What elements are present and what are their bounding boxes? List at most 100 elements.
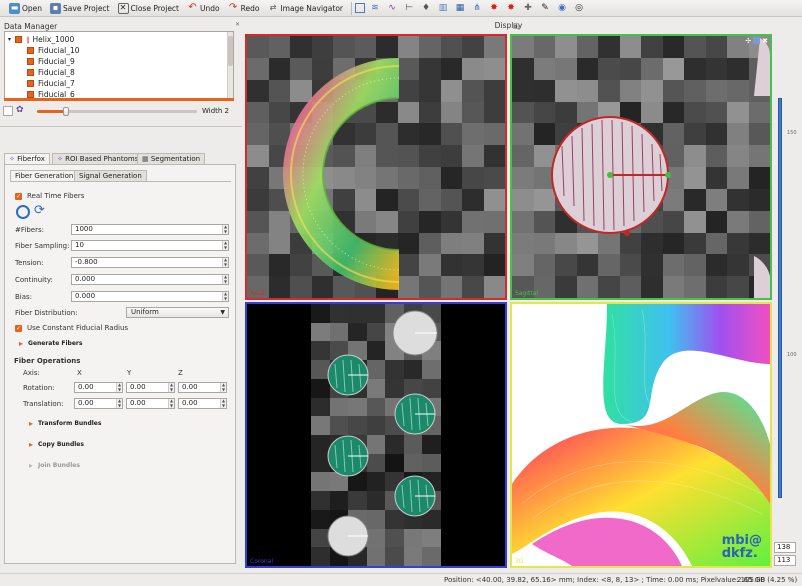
- bug-red2-icon[interactable]: ✸: [504, 1, 518, 15]
- spin-arrows-icon[interactable]: ▲ ▼: [116, 382, 122, 392]
- fiber-distribution-label: Fiber Distribution:: [15, 309, 78, 317]
- curve-icon[interactable]: ∿: [385, 1, 399, 15]
- help-icon[interactable]: ◎: [572, 1, 586, 15]
- tab-segmentation[interactable]: ▦ Segmentation: [137, 153, 206, 164]
- status-bar: Position: <40.00, 39.82, 65.16> mm; Inde…: [0, 573, 802, 586]
- rotation-z-input[interactable]: 0.00 ▲ ▼: [178, 382, 227, 393]
- mbi-logo: mbi@ dkfz.: [721, 533, 762, 561]
- main-toolbar: ▬ Open ▪ Save Project ✕ Close Project ↶ Undo…: [0, 0, 802, 17]
- visibility-checkbox[interactable]: [27, 91, 34, 98]
- translation-label: Translation:: [23, 400, 64, 408]
- open-button[interactable]: ▬ Open: [6, 1, 45, 16]
- width-slider-handle[interactable]: [62, 107, 69, 116]
- undo-button[interactable]: ↶ Undo: [184, 1, 223, 16]
- rotation-x-input[interactable]: 0.00 ▲ ▼: [74, 382, 123, 393]
- tab-signal-generation[interactable]: Signal Generation: [74, 170, 147, 181]
- join-bundles-button[interactable]: ▸ Join Bundles: [29, 461, 80, 470]
- close-icon[interactable]: ✖: [762, 37, 768, 45]
- spin-arrows-icon[interactable]: ▲ ▼: [222, 240, 228, 250]
- width-slider[interactable]: [37, 107, 197, 116]
- spin-arrows-icon[interactable]: ▲ ▼: [222, 257, 228, 267]
- axial-view-label: Axial: [250, 290, 265, 297]
- generate-fibers-button[interactable]: ▸ Generate Fibers: [19, 339, 82, 348]
- axial-fiber-arc: [283, 58, 400, 290]
- spin-arrows-icon[interactable]: ▲ ▼: [222, 274, 228, 284]
- tree-item-fiducial-10[interactable]: Fiducial_10: [27, 45, 80, 56]
- slice-total-input[interactable]: 113: [774, 555, 796, 566]
- color-wheel-icon[interactable]: ✿: [16, 105, 24, 115]
- coronal-view[interactable]: Coronal: [245, 302, 507, 568]
- select-box-icon[interactable]: [355, 3, 366, 13]
- translation-z-input[interactable]: 0.00 ▲ ▼: [178, 398, 227, 409]
- microphone-icon[interactable]: ♦: [419, 1, 433, 15]
- tree-item-helix[interactable]: ▾ ∥ Helix_1000: [8, 34, 74, 45]
- transform-bundles-button[interactable]: ▸ Transform Bundles: [29, 419, 101, 428]
- fiber-sampling-input[interactable]: 10 ▲ ▼: [71, 240, 229, 251]
- spin-arrows-icon[interactable]: ▲ ▼: [222, 291, 228, 301]
- tab-roi-phantoms[interactable]: ✧ ROI Based Phantoms: [52, 153, 144, 164]
- copy-bundles-button[interactable]: ▸ Copy Bundles: [29, 440, 84, 449]
- slice-slider-track[interactable]: [778, 98, 782, 498]
- constant-radius-checkbox[interactable]: ✓ Use Constant Fiducial Radius: [15, 324, 128, 332]
- tree-item-fiducial-7[interactable]: Fiducial_7: [27, 78, 75, 89]
- rotation-y-input[interactable]: 0.00 ▲ ▼: [126, 382, 175, 393]
- visibility-checkbox[interactable]: [15, 36, 23, 43]
- fiber-distribution-select[interactable]: Uniform ▼: [126, 307, 229, 318]
- redo-button[interactable]: ↷ Redo: [225, 1, 263, 16]
- close-project-icon: ✕: [117, 2, 129, 14]
- maximize-icon[interactable]: [753, 37, 761, 44]
- tree-item-fiducial-8[interactable]: Fiducial_8: [27, 67, 75, 78]
- tab-fiber-generation[interactable]: Fiber Generation: [10, 170, 79, 181]
- rotation-label: Rotation:: [23, 384, 55, 392]
- tension-input[interactable]: -0.800 ▲ ▼: [71, 257, 229, 268]
- reinit-icon[interactable]: [3, 106, 13, 116]
- spin-arrows-icon[interactable]: ▲ ▼: [222, 224, 228, 234]
- display-float-icon[interactable]: ◱: [513, 22, 520, 30]
- tree-item-fiducial-9[interactable]: Fiducial_9: [27, 56, 75, 67]
- data-manager-tree[interactable]: ▾ ∥ Helix_1000 Fiducial_10 Fiducial_9 Fi…: [4, 31, 234, 101]
- translation-y-input[interactable]: 0.00 ▲ ▼: [126, 398, 175, 409]
- spin-arrows-icon[interactable]: ▲ ▼: [168, 398, 174, 408]
- dock-splitter[interactable]: [0, 126, 242, 128]
- expand-arrow-icon[interactable]: ▾: [8, 36, 11, 43]
- puzzle-icon[interactable]: ✚: [521, 1, 535, 15]
- chart-icon[interactable]: ▥: [436, 1, 450, 15]
- sagittal-view[interactable]: ✢ ✖ Sagittal: [510, 34, 772, 300]
- image-navigator-button[interactable]: ⇄ Image Navigator: [264, 1, 346, 16]
- slice-value-input[interactable]: 138: [774, 542, 796, 553]
- measure-icon[interactable]: ⊢: [402, 1, 416, 15]
- circle-fiducial-icon[interactable]: [16, 205, 30, 219]
- spin-arrows-icon[interactable]: ▲ ▼: [116, 398, 122, 408]
- visibility-checkbox[interactable]: [27, 47, 34, 54]
- translation-x-input[interactable]: 0.00 ▲ ▼: [74, 398, 123, 409]
- navigator-icon: ⇄: [269, 3, 277, 12]
- stream-icon[interactable]: ≋: [368, 1, 382, 15]
- 3d-view[interactable]: mbi@ dkfz. 3D: [510, 302, 772, 568]
- tree-scrollbar[interactable]: [227, 32, 233, 100]
- visibility-checkbox[interactable]: [27, 58, 34, 65]
- tab-fiberfox[interactable]: ✧ Fiberfox: [4, 153, 50, 164]
- eye-icon[interactable]: ◉: [555, 1, 569, 15]
- view-controls[interactable]: ✢ ✖: [745, 37, 768, 45]
- save-project-button[interactable]: ▪ Save Project: [47, 1, 112, 16]
- real-time-fibers-checkbox[interactable]: ✓ Real Time Fibers: [15, 192, 84, 200]
- bug-red-icon[interactable]: ✸: [487, 1, 501, 15]
- close-project-button[interactable]: ✕ Close Project: [115, 1, 182, 16]
- undo-icon: ↶: [188, 2, 197, 13]
- fibers-input[interactable]: 1000 ▲ ▼: [71, 224, 229, 235]
- visibility-checkbox[interactable]: [27, 69, 34, 76]
- spin-arrows-icon[interactable]: ▲ ▼: [220, 398, 226, 408]
- bias-input[interactable]: 0.000 ▲ ▼: [71, 291, 229, 302]
- tree-icon[interactable]: ⋔: [470, 1, 484, 15]
- continuity-input[interactable]: 0.000 ▲ ▼: [71, 274, 229, 285]
- spin-arrows-icon[interactable]: ▲ ▼: [168, 382, 174, 392]
- axial-view[interactable]: Axial: [245, 34, 507, 300]
- crosshair-icon[interactable]: ✢: [745, 37, 751, 45]
- dock-close-icon[interactable]: ✕: [235, 21, 240, 28]
- axis-label: Axis:: [23, 369, 40, 377]
- bars-icon[interactable]: ▦: [453, 1, 467, 15]
- refresh-icon[interactable]: ⟳: [34, 204, 45, 218]
- spin-arrows-icon[interactable]: ▲ ▼: [220, 382, 226, 392]
- pen-icon[interactable]: ✎: [538, 1, 552, 15]
- visibility-checkbox[interactable]: [27, 80, 34, 87]
